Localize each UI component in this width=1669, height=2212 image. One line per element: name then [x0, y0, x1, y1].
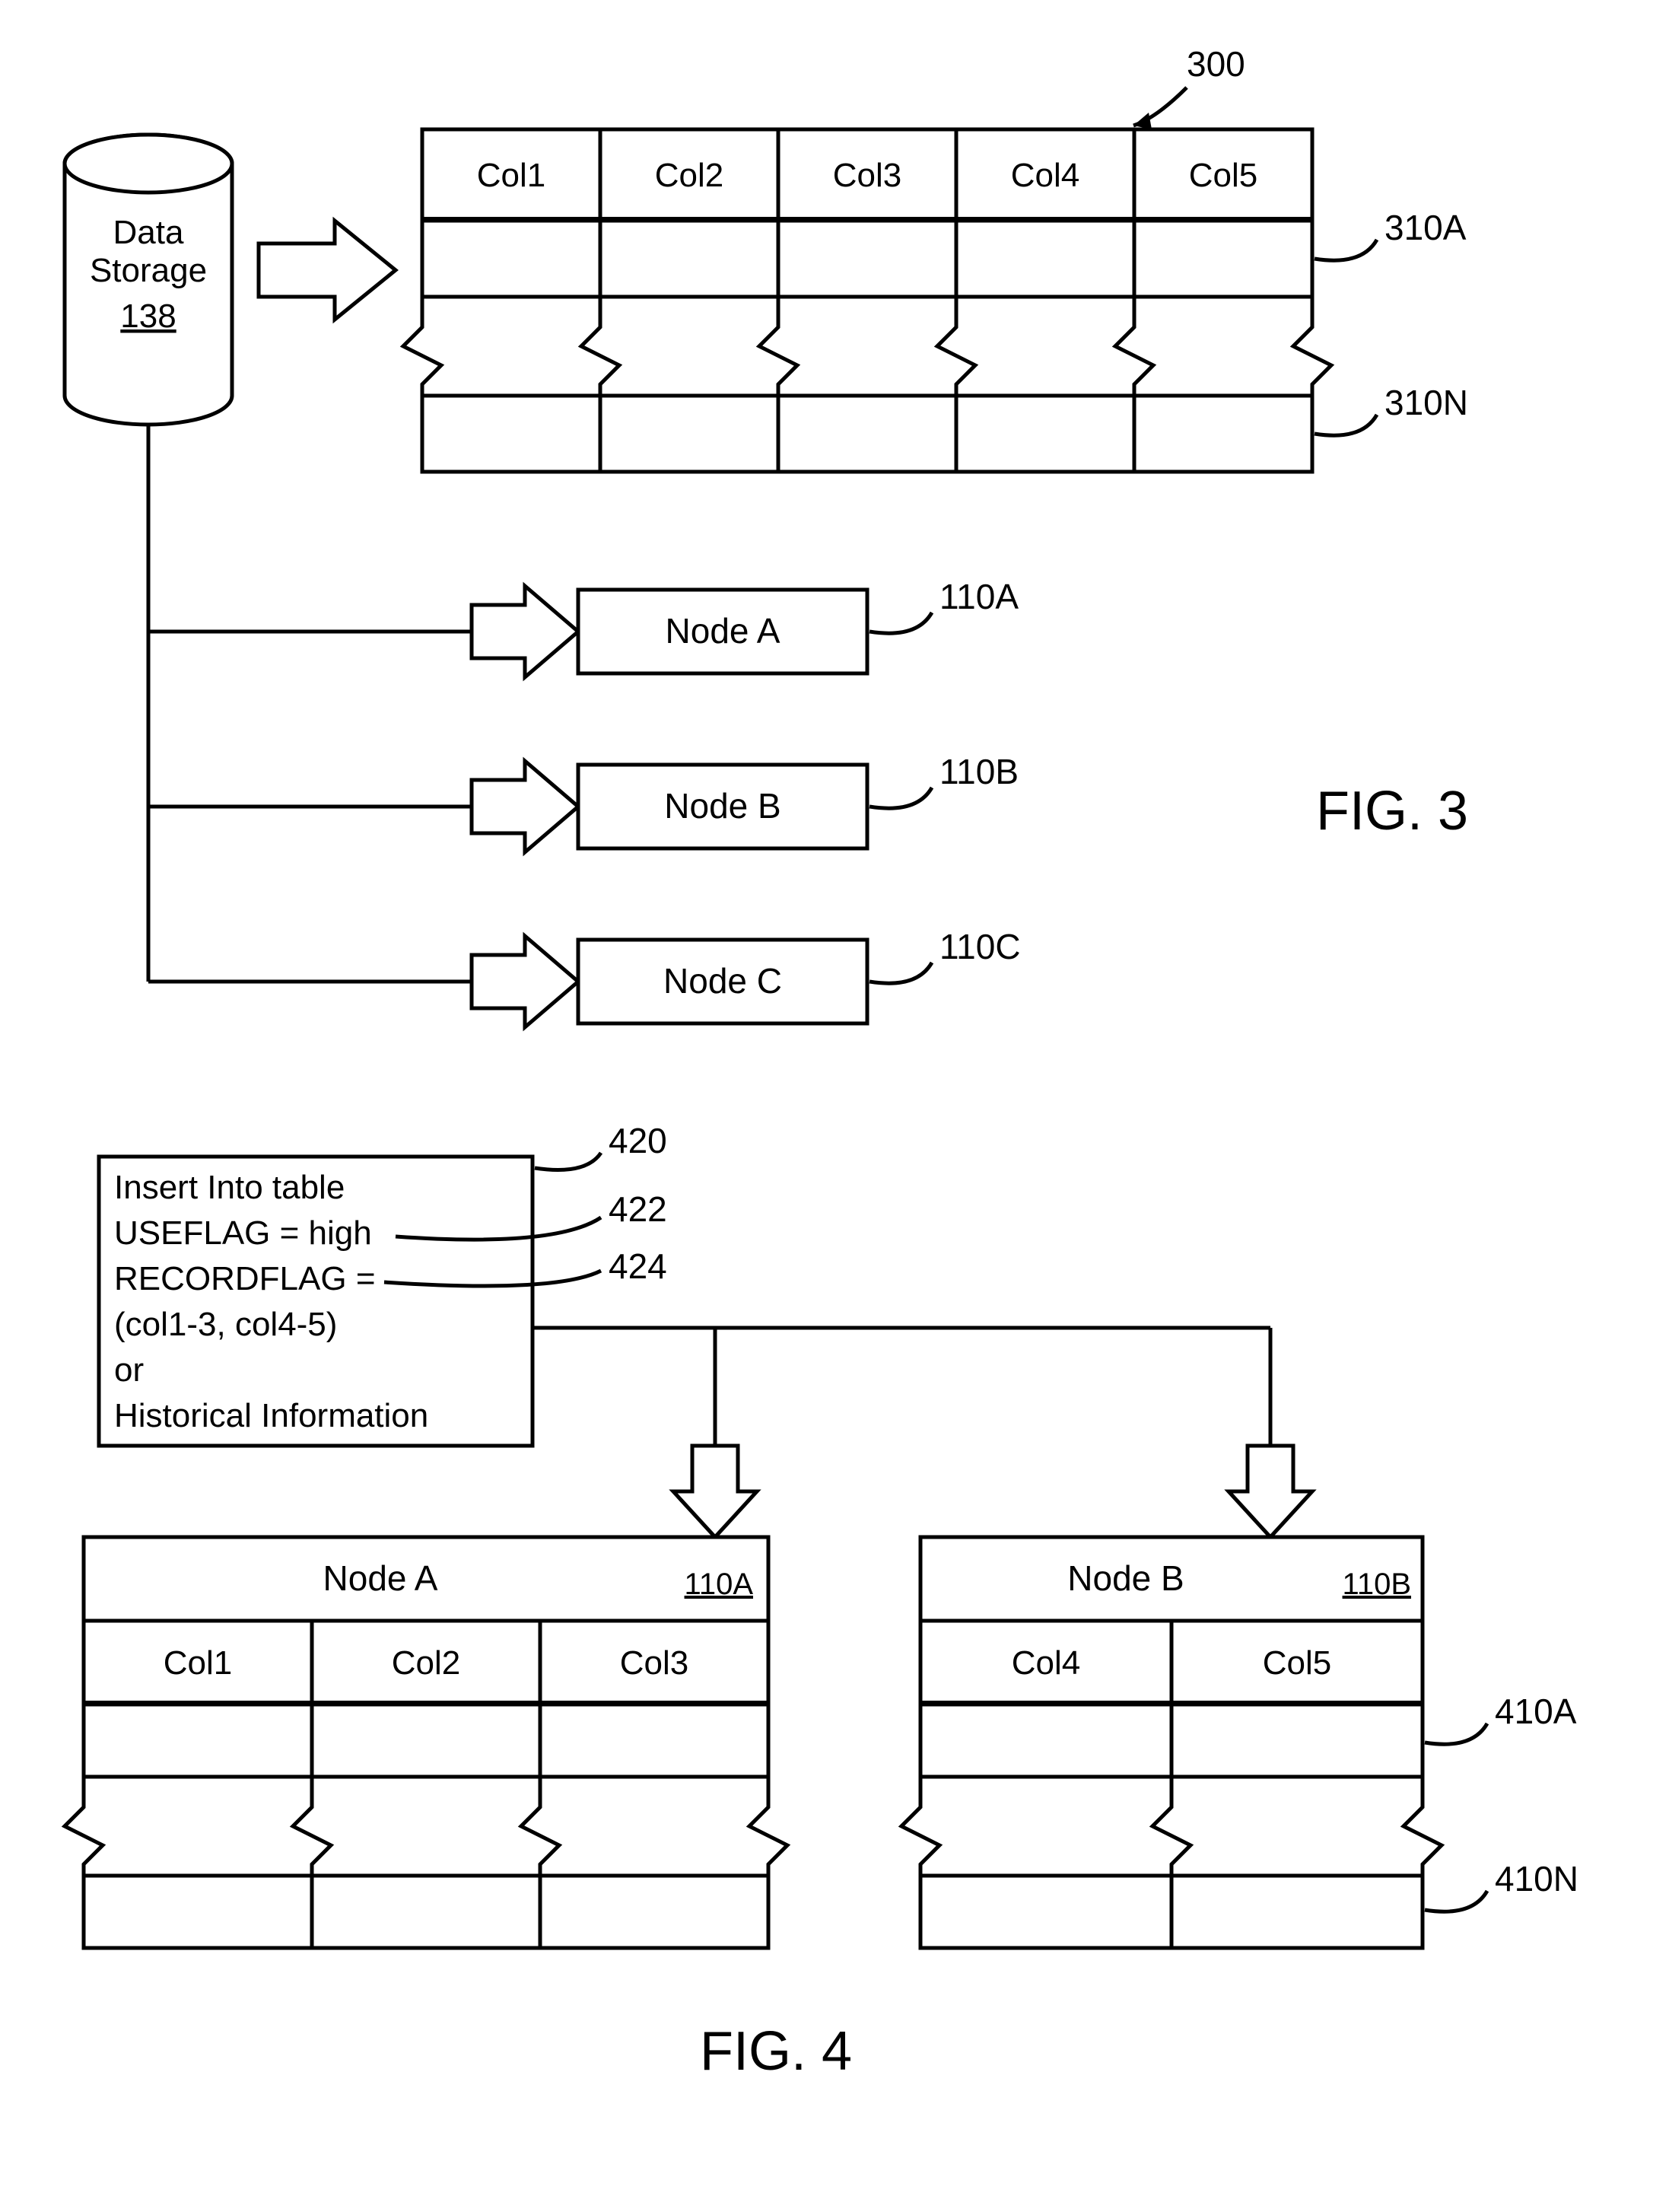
arrow-storage-to-table	[259, 221, 396, 320]
node-a-box: Node A 110A	[578, 577, 1019, 673]
t300-break	[403, 297, 1331, 396]
code-l0: Insert Into table	[114, 1169, 345, 1206]
nA-h0: Col1	[164, 1644, 233, 1682]
t300-h2: Col3	[833, 157, 902, 194]
code-box: Insert Into table USEFLAG = high RECORDF…	[99, 1157, 532, 1446]
node-b-label: Node B	[664, 786, 780, 826]
nodeB-label: Node B	[1067, 1558, 1184, 1598]
nodeA-label: Node A	[323, 1558, 438, 1598]
nA-h2: Col3	[620, 1644, 689, 1682]
cylinder-to-nodes	[148, 425, 578, 1027]
t300-h1: Col2	[655, 157, 724, 194]
fig3-title: FIG. 3	[1316, 781, 1468, 842]
recordflag-ref: 424	[609, 1246, 667, 1286]
t300-ref: 300	[1187, 44, 1245, 84]
t300-h4: Col5	[1189, 157, 1258, 194]
storage-label-1: Data	[113, 214, 184, 251]
t300-row-last-ref: 310N	[1384, 383, 1468, 422]
patent-figure: Data Storage 138 Col1 Col2 Col3 Col4 Col…	[0, 0, 1669, 2212]
t300-h0: Col1	[477, 157, 546, 194]
figure-4: Insert Into table USEFLAG = high RECORDF…	[65, 1121, 1578, 2082]
node-c-label: Node C	[663, 961, 782, 1001]
nB-h1: Col5	[1263, 1644, 1332, 1682]
t300-h3: Col4	[1011, 157, 1080, 194]
code-l2: RECORDFLAG =	[114, 1260, 376, 1297]
code-l4: or	[114, 1351, 144, 1389]
figure-3: Data Storage 138 Col1 Col2 Col3 Col4 Col…	[65, 44, 1468, 1027]
storage-ref: 138	[120, 298, 176, 335]
node-a-label: Node A	[666, 611, 780, 651]
nodeA-table: Node A 110A Col1 Col2 Col3	[65, 1537, 787, 1948]
node-c-ref: 110C	[939, 927, 1021, 966]
nodeA-ref: 110A	[685, 1567, 754, 1601]
row-last-ref-4: 410N	[1495, 1859, 1578, 1899]
data-storage-cylinder: Data Storage 138	[65, 135, 232, 425]
node-b-box: Node B 110B	[578, 752, 1019, 848]
useflag-ref: 422	[609, 1189, 667, 1229]
code-l5: Historical Information	[114, 1397, 428, 1434]
storage-label-2: Storage	[90, 252, 207, 289]
fig4-title: FIG. 4	[700, 2021, 852, 2082]
node-c-box: Node C 110C	[578, 927, 1021, 1023]
nodeB-ref: 110B	[1343, 1567, 1411, 1601]
nB-h0: Col4	[1012, 1644, 1081, 1682]
code-l3: (col1-3, col4-5)	[114, 1306, 337, 1343]
node-a-ref: 110A	[939, 577, 1019, 616]
t300-row-first-ref: 310A	[1384, 208, 1467, 247]
table-300: Col1 Col2 Col3 Col4 Col5	[403, 129, 1331, 472]
code-l1: USEFLAG = high	[114, 1214, 372, 1252]
nA-h1: Col2	[392, 1644, 461, 1682]
code-to-nodes	[532, 1328, 1312, 1537]
code-ref: 420	[609, 1121, 667, 1160]
node-b-ref: 110B	[939, 752, 1019, 791]
nodeB-table: Node B 110B Col4 Col5	[901, 1537, 1442, 1948]
row-first-ref-4: 410A	[1495, 1692, 1577, 1731]
